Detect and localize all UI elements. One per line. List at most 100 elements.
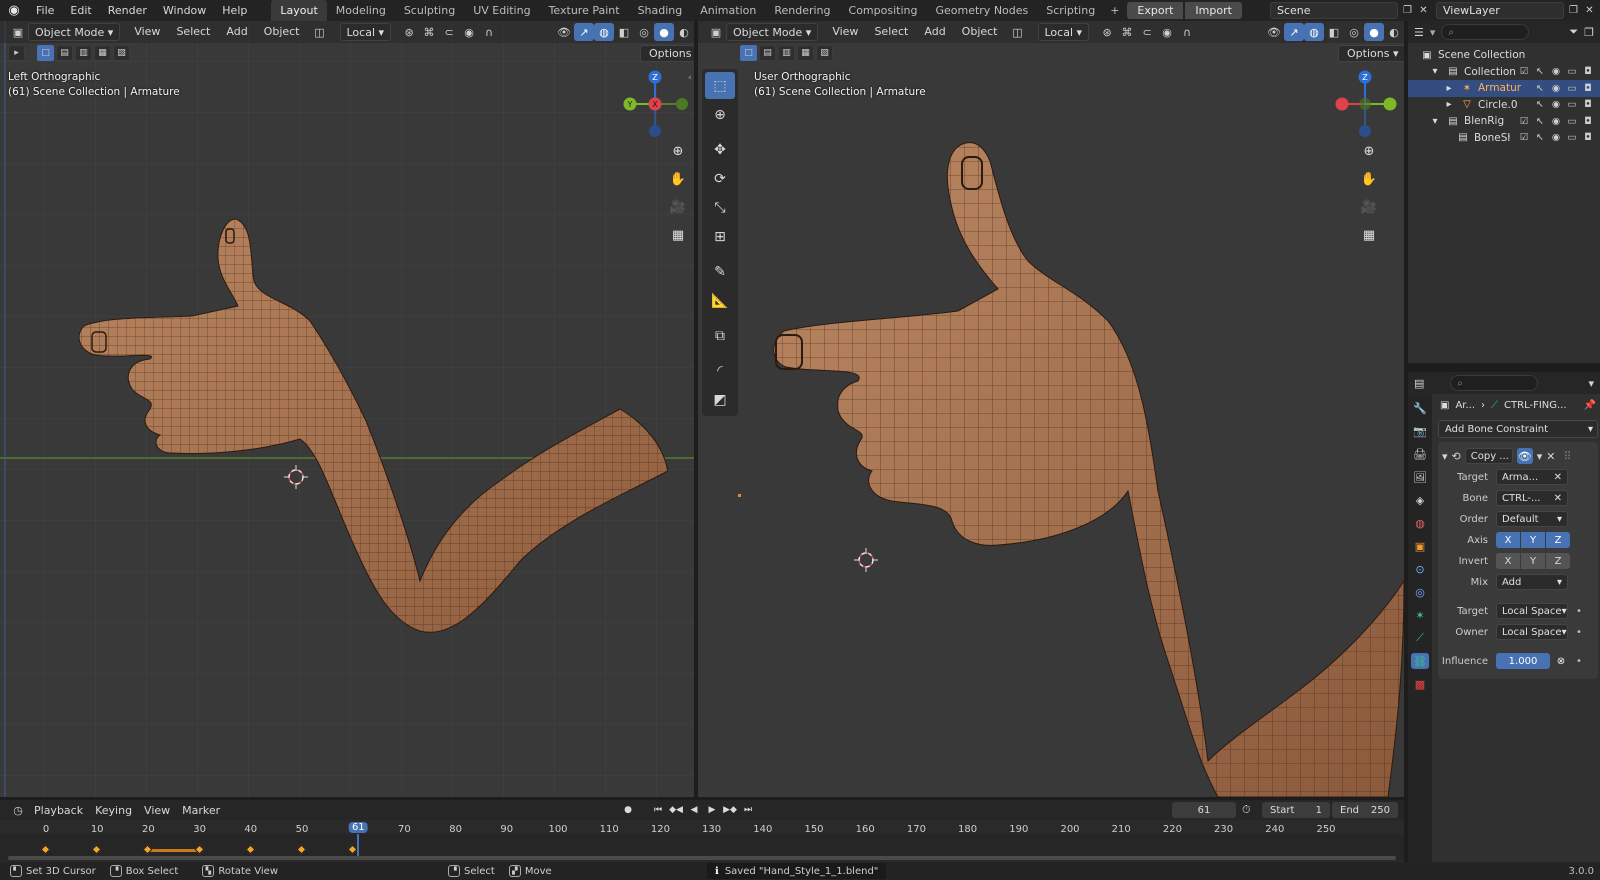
target-space-dropdown[interactable]: Local Space ▾ [1496, 603, 1568, 619]
rotate-tool-icon[interactable]: ⟳ [705, 165, 735, 192]
grid-right-icon[interactable]: ▦ [1356, 223, 1382, 247]
monitor-icon[interactable]: ▭ [1566, 66, 1578, 77]
shading-material-right-icon[interactable]: ◐ [1384, 23, 1404, 41]
menu-select-left[interactable]: Select [170, 23, 216, 41]
render-camera-icon[interactable]: ◘ [1582, 66, 1594, 77]
order-dropdown[interactable]: Default ▾ [1496, 511, 1568, 527]
texture-tab-icon[interactable]: ▩ [1411, 676, 1429, 692]
zoom-right-icon[interactable]: ⊕ [1356, 139, 1382, 163]
menu-object-left[interactable]: Object [258, 23, 306, 41]
menu-render[interactable]: Render [100, 0, 155, 21]
filter-icon[interactable]: ▾ [1430, 26, 1436, 39]
menu-edit[interactable]: Edit [62, 0, 99, 21]
keyframe-dot-icon[interactable]: • [1572, 656, 1586, 667]
menu-view-right[interactable]: View [826, 23, 864, 41]
properties-options-icon[interactable]: ▾ [1588, 377, 1594, 390]
outliner-row-blenrig[interactable]: ▾ ▤ BlenRig ☑ ↖ ◉ ▭ ◘ [1408, 113, 1600, 130]
cursor-tool-icon[interactable]: ⊕ [705, 101, 735, 128]
render-camera-icon[interactable]: ◘ [1582, 83, 1594, 94]
area-divider-props[interactable] [1408, 363, 1600, 372]
shear-tool-icon[interactable]: ◩ [705, 386, 735, 413]
select-new-icon[interactable]: □ [37, 45, 54, 61]
menu-add-left[interactable]: Add [220, 23, 253, 41]
viewport-left-canvas[interactable] [0, 21, 694, 797]
render-tab-icon[interactable]: 📷 [1411, 423, 1429, 439]
keyframe-dot-icon[interactable]: • [1572, 627, 1586, 638]
falloff-icon[interactable]: ∩ [479, 23, 499, 41]
overlay-right-icon[interactable]: ◍ [1304, 23, 1324, 41]
clear-target-icon[interactable]: ✕ [1554, 472, 1562, 483]
world-tab-icon[interactable]: ◍ [1411, 515, 1429, 531]
select-arrow-icon[interactable]: ↖ [1534, 66, 1546, 77]
navigation-gizmo-right[interactable]: Z [1330, 69, 1400, 139]
sidebar-toggle-left-icon[interactable]: ‹ [688, 73, 692, 83]
pin-icon[interactable]: 📌 [1584, 400, 1600, 411]
end-frame-field[interactable]: End 250 [1332, 802, 1398, 818]
disable-keep-transform-icon[interactable]: ⊗ [1554, 656, 1568, 667]
gizmo-toggle-right-icon[interactable]: ◫ [1008, 23, 1028, 41]
outliner-row-circle[interactable]: ▸ ▽ Circle.0 ↖ ◉ ▭ ◘ [1408, 97, 1600, 114]
view-layer-tab-icon[interactable]: 🖼 [1411, 469, 1429, 485]
constraint-menu-icon[interactable]: ▾ [1537, 450, 1543, 463]
select-subtract-icon[interactable]: ▥ [75, 45, 92, 61]
menu-add-right[interactable]: Add [918, 23, 951, 41]
tab-geometry-nodes[interactable]: Geometry Nodes [926, 0, 1037, 21]
tool-tab-icon[interactable]: 🔧 [1411, 400, 1429, 416]
remove-scene-icon[interactable]: ✕ [1416, 3, 1431, 18]
move-tool-icon[interactable]: ✥ [705, 136, 735, 163]
overlay-icon[interactable]: ◍ [594, 23, 614, 41]
start-frame-field[interactable]: Start 1 [1262, 802, 1330, 818]
tab-layout[interactable]: Layout [271, 0, 327, 21]
snap-icon[interactable]: ⌘ [419, 23, 439, 41]
menu-help[interactable]: Help [214, 0, 255, 21]
monitor-icon[interactable]: ▭ [1566, 99, 1578, 110]
eye-icon[interactable]: ◉ [1550, 83, 1562, 94]
shading-solid-right-icon[interactable]: ● [1364, 23, 1384, 41]
visibility-right-icon[interactable]: 👁 [1264, 23, 1284, 41]
select-extend-right-icon[interactable]: ▤ [759, 45, 776, 61]
tab-animation[interactable]: Animation [691, 0, 765, 21]
eye-icon[interactable]: ◉ [1550, 99, 1562, 110]
play-reverse-icon[interactable]: ◀ [686, 802, 702, 818]
menu-window[interactable]: Window [155, 0, 214, 21]
select-tool-icon[interactable]: ▸ [8, 45, 25, 61]
eye-icon[interactable]: ◉ [1550, 116, 1562, 127]
falloff-right-icon[interactable]: ∩ [1177, 23, 1197, 41]
viewport-right[interactable]: ▣ Object Mode ▾ View Select Add Object ◫… [698, 21, 1404, 797]
axis-y-toggle[interactable]: Y [1521, 532, 1545, 548]
visibility-icon[interactable]: 👁 [554, 23, 574, 41]
select-invert-icon[interactable]: ▦ [94, 45, 111, 61]
tab-modeling[interactable]: Modeling [327, 0, 395, 21]
menu-playback[interactable]: Playback [28, 804, 89, 817]
remove-viewlayer-icon[interactable]: ✕ [1582, 3, 1597, 18]
playhead-frame-label[interactable]: 61 [348, 822, 368, 833]
collapse-arrow-icon[interactable]: ▾ [1442, 450, 1448, 463]
menu-file[interactable]: File [28, 0, 62, 21]
camera-right-icon[interactable]: 🎥 [1356, 195, 1382, 219]
invert-y-toggle[interactable]: Y [1521, 553, 1545, 569]
checkbox-icon[interactable]: ☑ [1518, 132, 1530, 143]
viewport-gizmo-icon[interactable]: ↗ [574, 23, 594, 41]
grid-icon[interactable]: ▦ [665, 223, 691, 247]
menu-marker[interactable]: Marker [176, 804, 226, 817]
object-tab-icon[interactable]: ▣ [1411, 538, 1429, 554]
owner-space-dropdown[interactable]: Local Space ▾ [1496, 624, 1568, 640]
camera-icon[interactable]: 🎥 [665, 195, 691, 219]
select-arrow-icon[interactable]: ↖ [1534, 83, 1546, 94]
pan-hand-right-icon[interactable]: ✋ [1356, 167, 1382, 191]
influence-slider[interactable]: 1.000 [1496, 653, 1550, 669]
measure-tool-icon[interactable]: 📐 [705, 287, 735, 314]
target-field[interactable]: Arma... ✕ [1496, 469, 1568, 485]
play-icon[interactable]: ▶ [704, 802, 720, 818]
jump-start-icon[interactable]: ⏮ [650, 802, 666, 818]
expand-arrow-icon[interactable]: ▸ [1442, 99, 1456, 110]
outliner-row-scene-collection[interactable]: ▣ Scene Collection [1408, 47, 1600, 64]
saved-notification[interactable]: ℹ Saved "Hand_Style_1_1.blend" [707, 863, 887, 879]
select-subtract-right-icon[interactable]: ▥ [778, 45, 795, 61]
pivot-icon[interactable]: ⊛ [399, 23, 419, 41]
select-arrow-icon[interactable]: ↖ [1534, 99, 1546, 110]
outliner-filter-icon[interactable]: ⏷ [1569, 25, 1578, 39]
mode-dropdown-left[interactable]: Object Mode ▾ [28, 23, 121, 41]
checkbox-icon[interactable]: ☑ [1518, 116, 1530, 127]
viewport-right-canvas[interactable] [698, 21, 1404, 797]
